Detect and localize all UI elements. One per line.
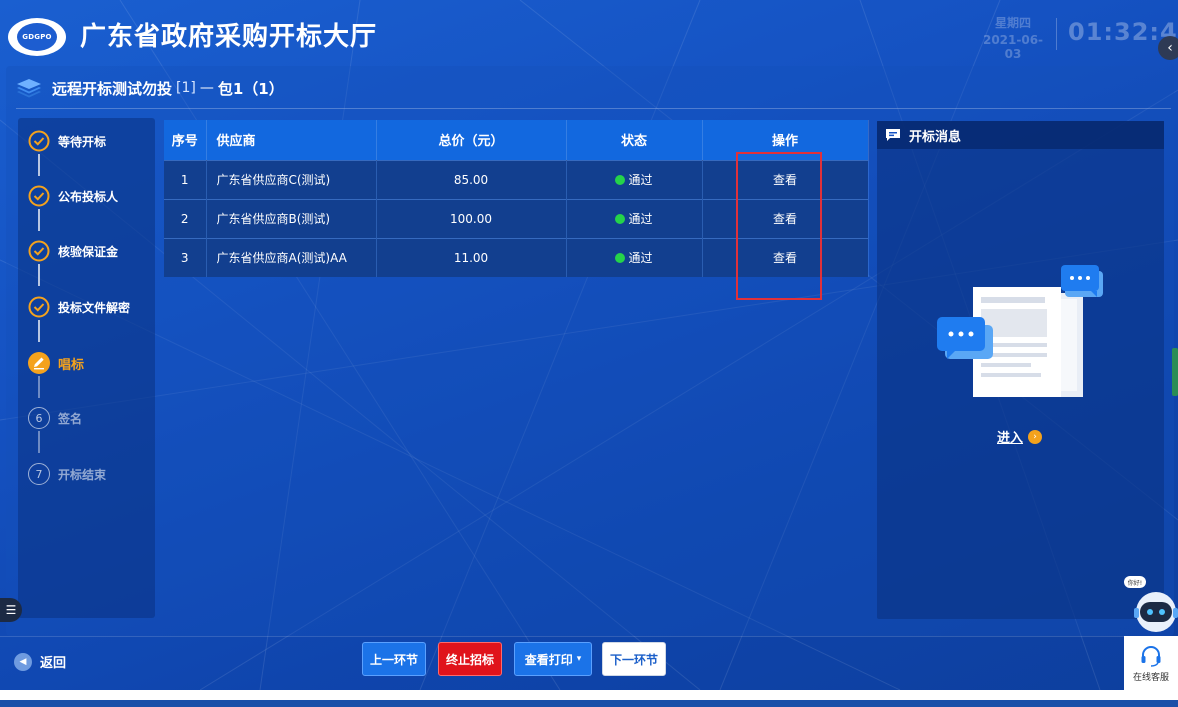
- online-service-button[interactable]: 在线客服: [1124, 636, 1178, 690]
- status-text: 通过: [628, 212, 653, 226]
- step-label: 投标文件解密: [58, 300, 131, 315]
- step-number-icon: 7: [28, 463, 50, 485]
- edit-icon: [28, 352, 50, 374]
- arrow-right-icon: ›: [1028, 429, 1043, 444]
- project-separator: —: [199, 80, 214, 96]
- status-cell: 通过: [566, 159, 703, 199]
- step-connector: [38, 154, 40, 176]
- previous-stage-button[interactable]: 上一环节: [362, 642, 426, 676]
- chevron-down-icon: ▾: [576, 654, 582, 664]
- robot-bubble-text: 你好!: [1128, 579, 1142, 587]
- status-dot-icon: [615, 214, 626, 224]
- enter-label: 进入: [997, 431, 1024, 446]
- messages-title: 开标消息: [909, 129, 962, 145]
- row-index: 2: [164, 198, 207, 238]
- row-index: 3: [164, 237, 207, 277]
- messages-illustration: [937, 265, 1103, 397]
- step-label: 开标结束: [58, 467, 107, 482]
- step-signature: 6 签名: [28, 407, 82, 429]
- step-connector: [38, 320, 40, 342]
- back-button[interactable]: ◀ 返回: [14, 652, 66, 671]
- step-opening-end: 7 开标结束: [28, 463, 106, 485]
- back-arrow-icon: ◀: [14, 652, 32, 671]
- logo-text: GDGPO: [17, 23, 57, 51]
- check-circle-icon: [28, 185, 50, 207]
- footer-divider: [0, 636, 1178, 637]
- service-label: 在线客服: [1132, 672, 1169, 683]
- layers-icon: [17, 79, 41, 98]
- step-number-icon: 6: [28, 407, 50, 429]
- gdgpo-logo: GDGPO: [8, 18, 66, 56]
- message-icon: [886, 129, 900, 141]
- chevron-left-icon[interactable]: ‹: [1158, 36, 1178, 60]
- messages-header: 开标消息: [877, 121, 1164, 149]
- date-display: 星期四 2021-06-03: [978, 14, 1048, 61]
- row-index: 1: [164, 159, 207, 199]
- next-stage-button[interactable]: 下一环节: [602, 642, 666, 676]
- status-text: 通过: [628, 251, 653, 266]
- status-text: 通过: [628, 173, 653, 187]
- check-circle-icon: [28, 296, 50, 318]
- step-publish-bidders: 公布投标人: [28, 185, 118, 207]
- project-package: 包1（1）: [217, 79, 284, 98]
- bottom-strip: [0, 700, 1178, 707]
- step-decrypt-documents: 投标文件解密: [28, 296, 130, 318]
- project-name: 远程开标测试勿投: [52, 79, 173, 98]
- step-connector: [38, 376, 40, 398]
- app-window: GDGPO 广东省政府采购开标大厅 星期四 2021-06-03 01:32:4…: [0, 0, 1178, 690]
- divider: [16, 108, 1171, 109]
- step-connector: [38, 431, 40, 453]
- status-dot-icon: [615, 175, 626, 185]
- opening-messages-panel: 开标消息 进入 ›: [877, 121, 1164, 619]
- total-price: 100.00: [376, 198, 567, 238]
- top-header: GDGPO 广东省政府采购开标大厅 星期四 2021-06-03 01:32:4…: [0, 0, 1178, 66]
- headset-icon: [1141, 645, 1161, 667]
- step-label: 核验保证金: [58, 244, 119, 259]
- enter-link[interactable]: 进入 ›: [997, 427, 1043, 446]
- step-connector: [38, 209, 40, 231]
- check-circle-icon: [28, 130, 50, 152]
- side-handle[interactable]: [1172, 348, 1178, 396]
- check-circle-icon: [28, 240, 50, 262]
- step-verify-deposit: 核验保证金: [28, 240, 118, 262]
- step-waiting-opening: 等待开标: [28, 130, 106, 152]
- status-cell: 通过: [566, 198, 703, 238]
- step-label: 等待开标: [58, 134, 107, 149]
- column-header-status: 状态: [566, 120, 703, 160]
- total-price: 85.00: [376, 159, 567, 199]
- view-print-label: 查看打印: [524, 652, 573, 667]
- step-label: 公布投标人: [58, 189, 119, 204]
- header-divider: [1056, 18, 1057, 50]
- supplier-name: 广东省供应商B(测试): [206, 198, 377, 238]
- weekday-label: 星期四: [994, 16, 1031, 30]
- step-label: 唱标: [58, 357, 85, 373]
- column-header-index: 序号: [164, 120, 207, 160]
- project-code: [1]: [176, 80, 196, 96]
- date-label: 2021-06-03: [982, 33, 1044, 61]
- step-label: 签名: [58, 411, 83, 426]
- highlight-annotation: [736, 152, 822, 300]
- column-header-supplier: 供应商: [206, 120, 377, 160]
- supplier-name: 广东省供应商A(测试)AA: [206, 237, 377, 277]
- robot-assistant-icon[interactable]: 你好!: [1122, 574, 1178, 636]
- project-breadcrumb: 远程开标测试勿投 [1] — 包1（1）: [16, 76, 284, 100]
- step-bid-reading: 唱标: [28, 352, 84, 374]
- status-cell: 通过: [566, 237, 703, 277]
- total-price: 11.00: [376, 237, 567, 277]
- back-label: 返回: [40, 656, 67, 671]
- app-title: 广东省政府采购开标大厅: [80, 22, 378, 52]
- progress-steps: 等待开标 公布投标人 核验保证金 投标文件解密 唱标 6 签名 7 开标结束: [18, 118, 155, 618]
- step-connector: [38, 264, 40, 286]
- column-header-total-price: 总价（元）: [376, 120, 567, 160]
- terminate-bidding-button[interactable]: 终止招标: [438, 642, 502, 676]
- supplier-name: 广东省供应商C(测试): [206, 159, 377, 199]
- view-print-dropdown[interactable]: 查看打印 ▾: [514, 642, 592, 676]
- status-dot-icon: [615, 253, 626, 264]
